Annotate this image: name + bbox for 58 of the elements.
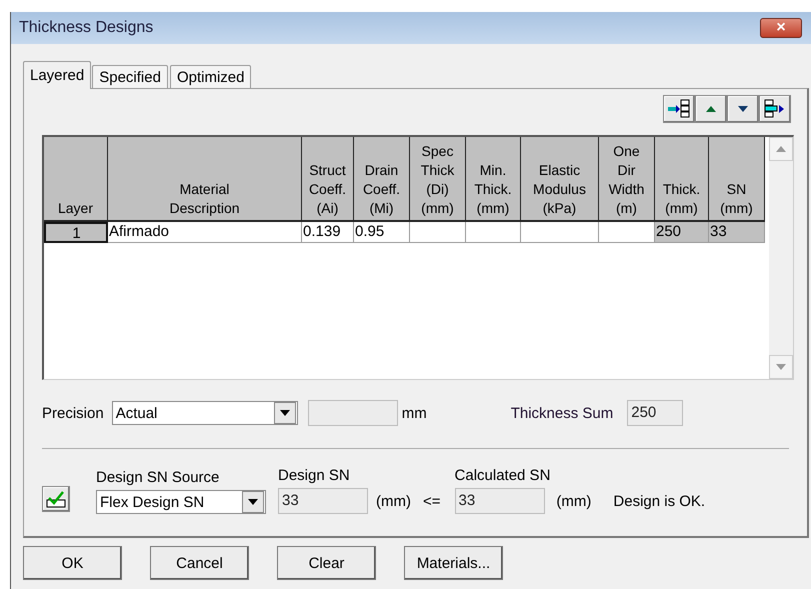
design-sn-source-label: Design SN Source <box>96 469 220 486</box>
check-design-button[interactable] <box>42 486 70 512</box>
append-row-button[interactable] <box>759 95 791 123</box>
thickness-sum-field: 250 <box>627 400 684 426</box>
thickness-sum-label: Thickness Sum <box>510 404 614 422</box>
dialog-button[interactable]: OK <box>23 546 122 580</box>
row-header: 1 <box>44 222 108 243</box>
dropdown-caret-icon <box>280 410 290 416</box>
tab[interactable]: Layered <box>23 61 92 89</box>
operator-label: <= <box>422 493 441 510</box>
column-header: One Dir Width (m) <box>599 137 655 222</box>
up-arrow-icon <box>706 106 716 112</box>
table-cell: Afirmado <box>108 222 302 243</box>
table-cell: 250 <box>655 222 709 243</box>
scrollbar[interactable] <box>769 137 793 379</box>
calculated-sn-label: Calculated SN <box>454 467 550 484</box>
design-status-text: Design is OK. <box>613 493 706 510</box>
design-sn-label: Design SN <box>278 467 351 484</box>
calculated-sn-field: 33 <box>454 488 545 514</box>
table-cell: 0.95 <box>354 222 410 243</box>
scroll-up-icon <box>776 146 786 152</box>
precision-label: Precision <box>42 404 104 422</box>
checkmark-icon <box>46 490 66 508</box>
move-down-button[interactable] <box>727 95 759 123</box>
unit-label: mm <box>402 404 427 422</box>
unit-label: (mm) <box>376 493 411 510</box>
dialog-button[interactable]: Materials... <box>404 546 503 580</box>
precision-field[interactable] <box>308 400 398 426</box>
dropdown-caret-icon <box>248 499 258 505</box>
close-button[interactable]: × <box>760 18 802 38</box>
column-header: Layer <box>44 137 108 222</box>
insert-row-icon <box>667 99 691 119</box>
window-title: Thickness Designs <box>19 19 154 37</box>
column-header: Elastic Modulus (kPa) <box>521 137 599 222</box>
table-cell <box>410 222 466 243</box>
column-header: Spec Thick (Di) (mm) <box>410 137 466 222</box>
design-sn-source-dropdown[interactable]: Flex Design SN <box>96 490 266 514</box>
scroll-down-icon <box>776 364 786 370</box>
precision-dropdown[interactable]: Actual <box>112 401 298 425</box>
unit-label: (mm) <box>556 493 592 510</box>
table-cell: 33 <box>709 222 765 243</box>
dialog-button[interactable]: Cancel <box>150 546 249 580</box>
down-arrow-icon <box>738 106 748 112</box>
table-cell <box>466 222 521 243</box>
dialog-button[interactable]: Clear <box>277 546 376 580</box>
column-header: Material Description <box>108 137 302 222</box>
column-header: SN (mm) <box>709 137 765 222</box>
column-header: Thick. (mm) <box>655 137 709 222</box>
column-header: Struct Coeff. (Ai) <box>302 137 354 222</box>
tab[interactable]: Specified <box>92 65 168 89</box>
table-cell: 0.139 <box>302 222 354 243</box>
column-header: Min. Thick. (mm) <box>466 137 521 222</box>
move-up-button[interactable] <box>695 95 727 123</box>
column-header: Drain Coeff. (Mi) <box>354 137 410 222</box>
table-cell <box>599 222 655 243</box>
tab[interactable]: Optimized <box>170 65 252 89</box>
insert-row-button[interactable] <box>663 95 695 123</box>
design-sn-field: 33 <box>278 488 368 514</box>
